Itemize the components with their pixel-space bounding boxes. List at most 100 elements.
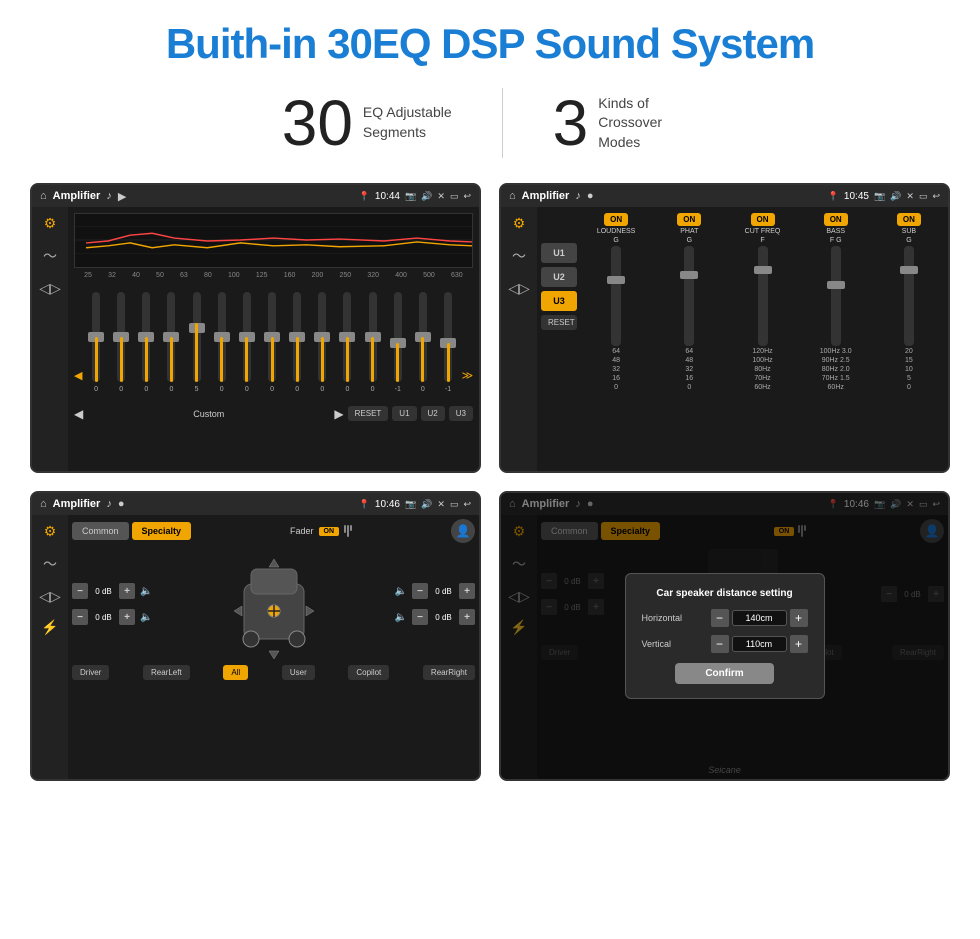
- eq-slider-11: 0: [361, 292, 384, 393]
- bookmark-icon: ▶: [118, 190, 126, 203]
- eq-nav-icon-3[interactable]: ⚙: [44, 523, 57, 540]
- ch-bass-slider[interactable]: [831, 246, 841, 346]
- volume-icon-3: 🔊: [421, 499, 432, 510]
- ch-cutfreq-on[interactable]: ON: [751, 213, 775, 226]
- btn-driver[interactable]: Driver: [72, 665, 109, 680]
- rl-minus[interactable]: −: [72, 609, 88, 625]
- crossover-reset[interactable]: RESET: [541, 315, 577, 330]
- screen-eq: ⌂ Amplifier ♪ ▶ 📍 10:44 📷 🔊 ✕ ▭ ↩ ⚙: [30, 183, 481, 473]
- eq-chart: [74, 213, 473, 268]
- fr-minus[interactable]: −: [412, 583, 428, 599]
- preset-u3[interactable]: U3: [541, 291, 577, 311]
- ch-cutfreq-slider[interactable]: [758, 246, 768, 346]
- stat-crossover-number: 3: [553, 91, 589, 155]
- eq-slider-4: 5: [185, 292, 208, 393]
- ch-sub-on[interactable]: ON: [897, 213, 921, 226]
- dialog-vertical-label: Vertical: [642, 639, 697, 649]
- screen1-title: Amplifier: [53, 190, 101, 202]
- fader-main: Common Specialty Fader ON: [68, 515, 479, 779]
- screen3-title: Amplifier: [53, 498, 101, 510]
- eq-freq-labels: 2532 4050 6380 100125 160200 250320 4005…: [74, 272, 473, 279]
- eq-preset-label: Custom: [87, 409, 330, 419]
- eq-nav-icon-2[interactable]: ⚙: [513, 215, 526, 232]
- fr-plus[interactable]: +: [459, 583, 475, 599]
- dialog-title: Car speaker distance setting: [642, 588, 808, 599]
- eq-slider-8: 0: [286, 292, 309, 393]
- ch-loudness-on[interactable]: ON: [604, 213, 628, 226]
- u3-btn[interactable]: U3: [449, 406, 473, 421]
- camera-icon: 📷: [405, 191, 416, 202]
- preset-u1[interactable]: U1: [541, 243, 577, 263]
- rr-plus[interactable]: +: [459, 609, 475, 625]
- vol-nav-icon-2[interactable]: ◁▷: [508, 280, 530, 297]
- wave-nav-icon-3[interactable]: 〜: [43, 554, 57, 574]
- fl-minus[interactable]: −: [72, 583, 88, 599]
- eq-main-content: 2532 4050 6380 100125 160200 250320 4005…: [68, 207, 479, 471]
- vertical-plus[interactable]: +: [790, 635, 808, 653]
- stat-crossover: 3 Kinds of Crossover Modes: [503, 91, 749, 155]
- ch-bass-on[interactable]: ON: [824, 213, 848, 226]
- distance-dialog: Car speaker distance setting Horizontal …: [625, 573, 825, 699]
- next-btn[interactable]: ▶: [334, 407, 343, 421]
- fr-db-value: 0 dB: [431, 587, 456, 596]
- btn-copilot[interactable]: Copilot: [348, 665, 389, 680]
- preset-u2[interactable]: U2: [541, 267, 577, 287]
- reset-btn[interactable]: RESET: [348, 406, 389, 421]
- u2-btn[interactable]: U2: [421, 406, 445, 421]
- horizontal-plus[interactable]: +: [790, 609, 808, 627]
- eq-slider-9: 0: [311, 292, 334, 393]
- bt-nav-icon[interactable]: ⚡: [41, 619, 58, 636]
- monitor-icon: ▭: [450, 191, 459, 202]
- eq-nav-icon[interactable]: ⚙: [44, 215, 57, 232]
- u1-btn[interactable]: U1: [392, 406, 416, 421]
- ch-loudness-slider[interactable]: [611, 246, 621, 346]
- dot-icon-2: ●: [587, 190, 594, 202]
- back-icon-3[interactable]: ↩: [463, 499, 471, 510]
- wave-nav-icon-2[interactable]: 〜: [512, 246, 526, 266]
- eq-slider-0: 0: [84, 292, 107, 393]
- ch-sub-slider[interactable]: [904, 246, 914, 346]
- rl-plus[interactable]: +: [119, 609, 135, 625]
- fl-db-value: 0 dB: [91, 587, 116, 596]
- note-icon-3: ♪: [106, 498, 112, 510]
- fader-on-btn[interactable]: ON: [319, 527, 340, 536]
- ch-cutfreq-label: CUT FREQ: [745, 228, 781, 235]
- fl-speaker-icon: 🔈: [140, 586, 152, 597]
- tab-common[interactable]: Common: [72, 522, 129, 540]
- vol-nav-icon[interactable]: ◁▷: [39, 280, 61, 297]
- ch-phat-on[interactable]: ON: [677, 213, 701, 226]
- screen3-body: ⚙ 〜 ◁▷ ⚡ Common Specialty Fader ON: [32, 515, 479, 779]
- vol-nav-icon-3[interactable]: ◁▷: [39, 588, 61, 605]
- screen2-title: Amplifier: [522, 190, 570, 202]
- vertical-minus[interactable]: −: [711, 635, 729, 653]
- confirm-button[interactable]: Confirm: [675, 663, 773, 684]
- btn-rearleft[interactable]: RearLeft: [143, 665, 190, 680]
- vertical-value: 110cm: [732, 636, 787, 652]
- note-icon-2: ♪: [575, 190, 581, 202]
- eq-slider-5: 0: [210, 292, 233, 393]
- dialog-horizontal-control: − 140cm +: [711, 609, 808, 627]
- dialog-vertical-control: − 110cm +: [711, 635, 808, 653]
- ch-sub: ON SUB G 20 15 10 5 0: [874, 213, 944, 465]
- fl-plus[interactable]: +: [119, 583, 135, 599]
- tab-specialty[interactable]: Specialty: [132, 522, 192, 540]
- left-arrow[interactable]: ◀: [74, 297, 82, 387]
- stat-eq-desc: EQ Adjustable Segments: [363, 103, 452, 142]
- right-db-controls: 🔈 − 0 dB + 🔈 − 0 dB +: [395, 583, 475, 625]
- person-icon[interactable]: 👤: [451, 519, 475, 543]
- prev-btn[interactable]: ◀: [74, 407, 83, 421]
- horizontal-minus[interactable]: −: [711, 609, 729, 627]
- btn-rearright[interactable]: RearRight: [423, 665, 475, 680]
- home-icon-3[interactable]: ⌂: [40, 498, 47, 510]
- ch-phat-slider[interactable]: [684, 246, 694, 346]
- back-icon[interactable]: ↩: [463, 191, 471, 202]
- camera-icon-2: 📷: [874, 191, 885, 202]
- rr-minus[interactable]: −: [412, 609, 428, 625]
- right-double-arrow[interactable]: ≫: [462, 297, 474, 387]
- home-icon[interactable]: ⌂: [40, 190, 47, 202]
- back-icon-2[interactable]: ↩: [932, 191, 940, 202]
- volume-icon-2: 🔊: [890, 191, 901, 202]
- eq-slider-14: -1: [436, 292, 459, 393]
- home-icon-2[interactable]: ⌂: [509, 190, 516, 202]
- wave-nav-icon[interactable]: 〜: [43, 246, 57, 266]
